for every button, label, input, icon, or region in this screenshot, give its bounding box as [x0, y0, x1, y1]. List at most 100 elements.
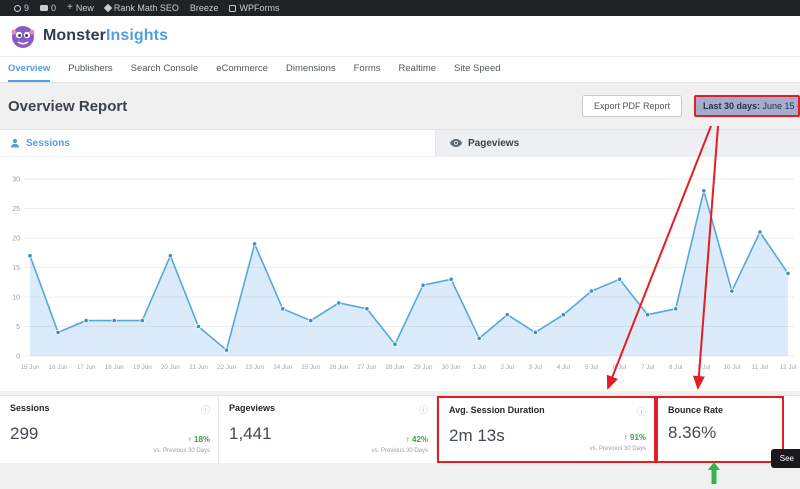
stat-bounce-title: Bounce Rate: [668, 405, 724, 415]
chart-point[interactable]: [504, 312, 510, 318]
comments-count: 0: [51, 3, 57, 13]
admin-bar-breeze[interactable]: Breeze: [190, 3, 219, 13]
svg-text:11 Jul: 11 Jul: [752, 364, 768, 371]
brand-name: MonsterInsights: [43, 27, 168, 45]
chart-point[interactable]: [392, 341, 398, 347]
chart-point[interactable]: [223, 347, 230, 353]
svg-text:3 Jul: 3 Jul: [529, 364, 542, 371]
svg-text:26 Jun: 26 Jun: [329, 364, 348, 371]
date-range-button[interactable]: Last 30 days: June 15 - Jul: [694, 95, 800, 117]
chart-point[interactable]: [251, 241, 258, 247]
chart-point[interactable]: [673, 306, 679, 312]
chart-point[interactable]: [336, 300, 342, 306]
chart-point[interactable]: [111, 318, 117, 324]
svg-text:1 Jul: 1 Jul: [473, 364, 486, 371]
svg-text:2 Jul: 2 Jul: [501, 364, 514, 371]
see-tooltip-badge[interactable]: See: [770, 449, 800, 468]
chart-point[interactable]: [560, 312, 567, 318]
svg-text:24 Jun: 24 Jun: [273, 364, 292, 371]
svg-text:30 Jun: 30 Jun: [442, 364, 461, 371]
svg-text:25 Jun: 25 Jun: [301, 364, 320, 371]
chart-point[interactable]: [27, 253, 33, 259]
stat-pageviews-vs: vs. Previous 30 Days: [371, 448, 428, 454]
svg-text:10: 10: [12, 295, 20, 302]
stat-pageviews-change: ↑ 42%: [405, 435, 428, 444]
monsterinsights-logo-icon: [11, 26, 35, 48]
svg-text:10 Jul: 10 Jul: [723, 364, 740, 371]
svg-text:15: 15: [12, 265, 20, 272]
info-icon[interactable]: ⓘ: [201, 403, 210, 416]
svg-text:5 Jul: 5 Jul: [585, 364, 598, 371]
chart-point[interactable]: [55, 329, 61, 335]
svg-text:4 Jul: 4 Jul: [557, 364, 570, 371]
nav-tab-dimensions[interactable]: Dimensions: [286, 57, 336, 82]
nav-tab-forms[interactable]: Forms: [354, 57, 381, 82]
report-nav: Overview Publishers Search Console eComm…: [0, 57, 800, 83]
sessions-chart-area: 0 5 10 15 20 25 30 15 Jun 16 Jun 17 Jun 18 Jun 19 J…: [0, 157, 800, 391]
wp-admin-bar: 9 0 + New Rank Math SEO Breeze WPForms: [0, 0, 800, 16]
chart-point[interactable]: [280, 306, 286, 312]
report-actions: Export PDF Report Last 30 days: June 15 …: [581, 95, 800, 117]
svg-text:20 Jun: 20 Jun: [161, 364, 180, 371]
chart-point[interactable]: [195, 323, 202, 330]
tab-pageviews-label: Pageviews: [468, 137, 520, 149]
stat-duration-change: ↑ 91%: [623, 433, 646, 442]
svg-text:27 Jun: 27 Jun: [357, 364, 376, 371]
chart-point[interactable]: [167, 253, 173, 259]
chart-point[interactable]: [616, 276, 623, 282]
sessions-line-chart: 0 5 10 15 20 25 30 15 Jun 16 Jun 17 Jun 18 Jun 19 J…: [12, 177, 796, 372]
admin-bar-rank-math[interactable]: Rank Math SEO: [103, 3, 179, 13]
tab-sessions-label: Sessions: [26, 137, 70, 149]
chart-point[interactable]: [308, 318, 314, 324]
chart-point[interactable]: [588, 288, 595, 294]
chart-point[interactable]: [364, 306, 370, 312]
export-pdf-button[interactable]: Export PDF Report: [581, 95, 682, 117]
admin-bar-comments[interactable]: 0: [40, 3, 56, 13]
stat-pageviews-title: Pageviews: [229, 403, 276, 413]
chart-tabs: Sessions Pageviews: [0, 129, 800, 157]
admin-bar-updates[interactable]: 9: [14, 3, 29, 13]
nav-tab-publishers[interactable]: Publishers: [68, 57, 112, 82]
admin-bar-wpforms[interactable]: WPForms: [229, 3, 279, 13]
chart-point[interactable]: [757, 229, 763, 235]
stat-duration-value: 2m 13s: [449, 426, 505, 445]
chart-point[interactable]: [532, 329, 538, 335]
rank-math-icon: [103, 3, 113, 13]
page-title: Overview Report: [8, 97, 128, 115]
nav-tab-search-console[interactable]: Search Console: [131, 57, 199, 82]
chart-point[interactable]: [448, 276, 454, 282]
report-header: Overview Report Export PDF Report Last 3…: [0, 83, 800, 129]
nav-tab-realtime[interactable]: Realtime: [399, 57, 437, 82]
updates-icon: [14, 4, 21, 12]
tab-sessions[interactable]: Sessions: [0, 130, 435, 156]
chart-point[interactable]: [785, 270, 791, 277]
svg-text:25: 25: [12, 206, 20, 213]
stat-sessions-vs: vs. Previous 30 Days: [153, 448, 210, 454]
svg-text:15 Jun: 15 Jun: [21, 364, 40, 371]
chart-point[interactable]: [729, 288, 735, 294]
svg-text:22 Jun: 22 Jun: [217, 364, 236, 371]
chart-point[interactable]: [420, 282, 426, 288]
chart-point[interactable]: [139, 318, 145, 324]
wpforms-icon: [229, 4, 237, 12]
svg-text:29 Jun: 29 Jun: [414, 364, 433, 371]
chart-card: Sessions Pageviews 0 5 10 15 20 25 30 15 Jun 16 …: [0, 129, 800, 391]
updates-count: 9: [24, 3, 30, 13]
info-icon[interactable]: ⓘ: [419, 403, 428, 416]
chart-point[interactable]: [476, 335, 482, 341]
svg-text:9 Jul: 9 Jul: [697, 364, 710, 371]
nav-tab-ecommerce[interactable]: eCommerce: [216, 57, 268, 82]
stat-card-pageviews: Pageviews ⓘ 1,441 ↑ 42% vs. Previous 30 …: [219, 396, 437, 463]
info-icon[interactable]: ⓘ: [637, 405, 646, 418]
admin-bar-new[interactable]: + New: [67, 3, 94, 14]
chart-point[interactable]: [645, 312, 651, 318]
chart-point[interactable]: [701, 188, 707, 194]
svg-text:0: 0: [16, 354, 20, 361]
chart-point[interactable]: [83, 318, 89, 324]
tab-pageviews[interactable]: Pageviews: [435, 130, 800, 156]
nav-tab-overview[interactable]: Overview: [8, 57, 51, 82]
svg-text:23 Jun: 23 Jun: [245, 364, 264, 371]
stat-pageviews-value: 1,441: [229, 424, 272, 443]
stat-card-bounce-rate: Bounce Rate 8.36%: [656, 396, 784, 463]
nav-tab-site-speed[interactable]: Site Speed: [454, 57, 500, 82]
